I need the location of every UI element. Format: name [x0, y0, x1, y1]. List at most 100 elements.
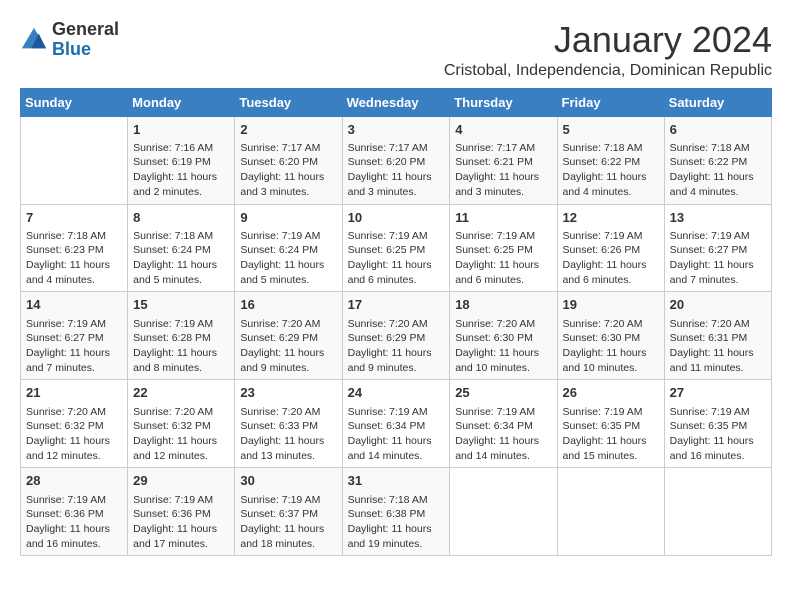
day-number: 22: [133, 384, 229, 402]
calendar-cell: 2 Sunrise: 7:17 AMSunset: 6:20 PMDaylight…: [235, 116, 342, 204]
day-number: 28: [26, 472, 122, 490]
calendar-cell: 13Sunrise: 7:19 AMSunset: 6:27 PMDayligh…: [664, 204, 771, 292]
calendar-cell: 10 Sunrise: 7:19 AMSunset: 6:25 PMDayligh…: [342, 204, 450, 292]
week-row-3: 14Sunrise: 7:19 AMSunset: 6:27 PMDayligh…: [21, 292, 772, 380]
calendar-cell: 11 Sunrise: 7:19 AMSunset: 6:25 PMDayligh…: [450, 204, 557, 292]
day-number: 1: [133, 121, 229, 139]
day-info: Sunrise: 7:19 AMSunset: 6:36 PMDaylight:…: [133, 493, 229, 552]
calendar-cell: 16 Sunrise: 7:20 AMSunset: 6:29 PMDayligh…: [235, 292, 342, 380]
day-number: 8: [133, 209, 229, 227]
calendar-cell: 23Sunrise: 7:20 AMSunset: 6:33 PMDayligh…: [235, 380, 342, 468]
day-info: Sunrise: 7:18 AMSunset: 6:24 PMDaylight:…: [133, 229, 229, 288]
calendar-cell: 5Sunrise: 7:18 AMSunset: 6:22 PMDaylight…: [557, 116, 664, 204]
day-info: Sunrise: 7:19 AMSunset: 6:25 PMDaylight:…: [348, 229, 445, 288]
day-number: 24: [348, 384, 445, 402]
day-info: Sunrise: 7:20 AMSunset: 6:30 PMDaylight:…: [563, 317, 659, 376]
day-number: 4: [455, 121, 551, 139]
day-number: 30: [240, 472, 336, 490]
day-number: 2: [240, 121, 336, 139]
day-number: 12: [563, 209, 659, 227]
calendar-cell: [664, 468, 771, 556]
day-number: 25: [455, 384, 551, 402]
logo-icon: [20, 26, 48, 54]
calendar-cell: 7Sunrise: 7:18 AMSunset: 6:23 PMDaylight…: [21, 204, 128, 292]
calendar-cell: 6 Sunrise: 7:18 AMSunset: 6:22 PMDaylight…: [664, 116, 771, 204]
day-info: Sunrise: 7:18 AMSunset: 6:38 PMDaylight:…: [348, 493, 445, 552]
calendar-cell: 26 Sunrise: 7:19 AMSunset: 6:35 PMDayligh…: [557, 380, 664, 468]
day-info: Sunrise: 7:19 AMSunset: 6:35 PMDaylight:…: [670, 405, 766, 464]
day-info: Sunrise: 7:19 AMSunset: 6:26 PMDaylight:…: [563, 229, 659, 288]
day-info: Sunrise: 7:20 AMSunset: 6:33 PMDaylight:…: [240, 405, 336, 464]
logo: General Blue: [20, 20, 119, 60]
day-number: 21: [26, 384, 122, 402]
day-info: Sunrise: 7:19 AMSunset: 6:35 PMDaylight:…: [563, 405, 659, 464]
day-info: Sunrise: 7:19 AMSunset: 6:28 PMDaylight:…: [133, 317, 229, 376]
day-number: 9: [240, 209, 336, 227]
day-info: Sunrise: 7:19 AMSunset: 6:37 PMDaylight:…: [240, 493, 336, 552]
calendar-cell: 15 Sunrise: 7:19 AMSunset: 6:28 PMDayligh…: [128, 292, 235, 380]
day-info: Sunrise: 7:17 AMSunset: 6:20 PMDaylight:…: [348, 141, 445, 200]
day-number: 6: [670, 121, 766, 139]
day-info: Sunrise: 7:19 AMSunset: 6:27 PMDaylight:…: [26, 317, 122, 376]
calendar-cell: 3 Sunrise: 7:17 AMSunset: 6:20 PMDaylight…: [342, 116, 450, 204]
day-number: 11: [455, 209, 551, 227]
weekday-header-row: SundayMondayTuesdayWednesdayThursdayFrid…: [21, 88, 772, 116]
day-info: Sunrise: 7:20 AMSunset: 6:29 PMDaylight:…: [348, 317, 445, 376]
calendar-cell: 25 Sunrise: 7:19 AMSunset: 6:34 PMDayligh…: [450, 380, 557, 468]
day-number: 27: [670, 384, 766, 402]
calendar-cell: 1 Sunrise: 7:16 AMSunset: 6:19 PMDaylight…: [128, 116, 235, 204]
day-info: Sunrise: 7:16 AMSunset: 6:19 PMDaylight:…: [133, 141, 229, 200]
calendar-cell: 27 Sunrise: 7:19 AMSunset: 6:35 PMDayligh…: [664, 380, 771, 468]
calendar-cell: 22 Sunrise: 7:20 AMSunset: 6:32 PMDayligh…: [128, 380, 235, 468]
day-info: Sunrise: 7:20 AMSunset: 6:32 PMDaylight:…: [133, 405, 229, 464]
calendar-cell: 12 Sunrise: 7:19 AMSunset: 6:26 PMDayligh…: [557, 204, 664, 292]
header: General Blue January 2024 Cristobal, Ind…: [20, 20, 772, 80]
day-number: 3: [348, 121, 445, 139]
weekday-sunday: Sunday: [21, 88, 128, 116]
day-info: Sunrise: 7:19 AMSunset: 6:25 PMDaylight:…: [455, 229, 551, 288]
calendar-cell: 19 Sunrise: 7:20 AMSunset: 6:30 PMDayligh…: [557, 292, 664, 380]
day-number: 17: [348, 296, 445, 314]
weekday-wednesday: Wednesday: [342, 88, 450, 116]
calendar-cell: 21 Sunrise: 7:20 AMSunset: 6:32 PMDayligh…: [21, 380, 128, 468]
weekday-monday: Monday: [128, 88, 235, 116]
day-info: Sunrise: 7:18 AMSunset: 6:22 PMDaylight:…: [563, 141, 659, 200]
day-number: 29: [133, 472, 229, 490]
week-row-1: 1 Sunrise: 7:16 AMSunset: 6:19 PMDaylight…: [21, 116, 772, 204]
day-info: Sunrise: 7:20 AMSunset: 6:30 PMDaylight:…: [455, 317, 551, 376]
calendar-cell: 29 Sunrise: 7:19 AMSunset: 6:36 PMDayligh…: [128, 468, 235, 556]
calendar-cell: 4 Sunrise: 7:17 AMSunset: 6:21 PMDaylight…: [450, 116, 557, 204]
calendar-cell: 9Sunrise: 7:19 AMSunset: 6:24 PMDaylight…: [235, 204, 342, 292]
calendar-body: 1 Sunrise: 7:16 AMSunset: 6:19 PMDaylight…: [21, 116, 772, 556]
week-row-2: 7Sunrise: 7:18 AMSunset: 6:23 PMDaylight…: [21, 204, 772, 292]
logo-text: General Blue: [52, 20, 119, 60]
day-info: Sunrise: 7:20 AMSunset: 6:32 PMDaylight:…: [26, 405, 122, 464]
day-info: Sunrise: 7:20 AMSunset: 6:31 PMDaylight:…: [670, 317, 766, 376]
day-info: Sunrise: 7:18 AMSunset: 6:22 PMDaylight:…: [670, 141, 766, 200]
day-info: Sunrise: 7:17 AMSunset: 6:21 PMDaylight:…: [455, 141, 551, 200]
calendar-cell: 30 Sunrise: 7:19 AMSunset: 6:37 PMDayligh…: [235, 468, 342, 556]
calendar-cell: [557, 468, 664, 556]
day-number: 15: [133, 296, 229, 314]
day-info: Sunrise: 7:17 AMSunset: 6:20 PMDaylight:…: [240, 141, 336, 200]
day-number: 16: [240, 296, 336, 314]
day-info: Sunrise: 7:19 AMSunset: 6:34 PMDaylight:…: [455, 405, 551, 464]
day-number: 18: [455, 296, 551, 314]
calendar-cell: 28 Sunrise: 7:19 AMSunset: 6:36 PMDayligh…: [21, 468, 128, 556]
weekday-saturday: Saturday: [664, 88, 771, 116]
day-info: Sunrise: 7:19 AMSunset: 6:36 PMDaylight:…: [26, 493, 122, 552]
location-title: Cristobal, Independencia, Dominican Repu…: [444, 62, 772, 80]
calendar-cell: 14Sunrise: 7:19 AMSunset: 6:27 PMDayligh…: [21, 292, 128, 380]
day-number: 19: [563, 296, 659, 314]
day-number: 26: [563, 384, 659, 402]
calendar-cell: [450, 468, 557, 556]
weekday-friday: Friday: [557, 88, 664, 116]
day-number: 7: [26, 209, 122, 227]
day-number: 10: [348, 209, 445, 227]
title-area: January 2024 Cristobal, Independencia, D…: [444, 20, 772, 80]
day-number: 13: [670, 209, 766, 227]
calendar-cell: 18 Sunrise: 7:20 AMSunset: 6:30 PMDayligh…: [450, 292, 557, 380]
weekday-tuesday: Tuesday: [235, 88, 342, 116]
day-info: Sunrise: 7:20 AMSunset: 6:29 PMDaylight:…: [240, 317, 336, 376]
calendar-cell: 8 Sunrise: 7:18 AMSunset: 6:24 PMDaylight…: [128, 204, 235, 292]
